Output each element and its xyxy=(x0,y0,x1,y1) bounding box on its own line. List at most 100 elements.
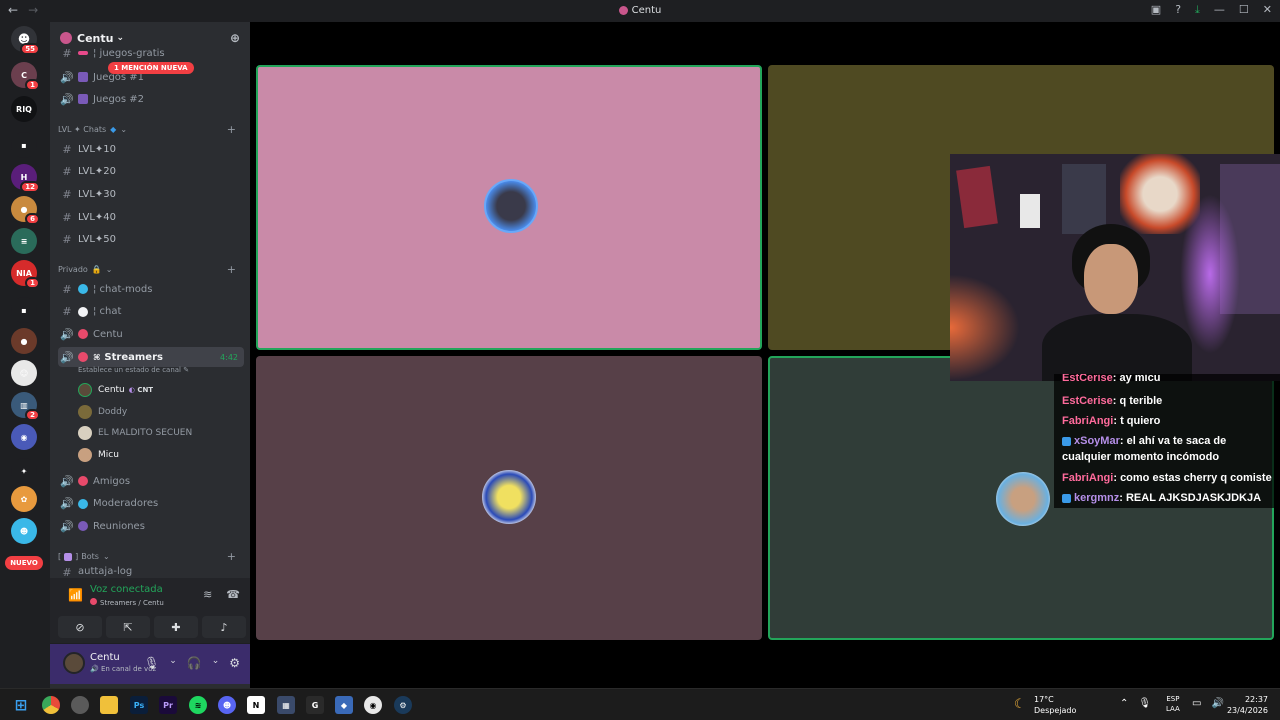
download-icon[interactable]: ⤓ xyxy=(1195,3,1200,17)
voice-user[interactable]: Doddy xyxy=(78,403,127,421)
direct-messages-button[interactable]: ☻ 55 xyxy=(11,26,40,55)
chrome-icon[interactable] xyxy=(42,696,60,714)
channel-lvl[interactable]: # LVL✦50 xyxy=(58,230,244,250)
maximize-icon[interactable]: ☐ xyxy=(1239,3,1249,17)
purple-light xyxy=(1180,194,1240,354)
chevron-up-icon[interactable]: ⌃ xyxy=(1120,698,1128,709)
voice-user[interactable]: Centu ◐ CNT xyxy=(78,381,153,399)
voice-channel-streamers[interactable]: 🔊 ⌘ Streamers 4:42 xyxy=(58,347,244,367)
avatar[interactable] xyxy=(63,652,85,674)
participant-tile-doddy[interactable] xyxy=(256,356,762,640)
speaker-icon: 🔊 xyxy=(60,519,74,533)
close-icon[interactable]: ✕ xyxy=(1263,3,1272,17)
weather-widget[interactable]: 17°C Despejado xyxy=(1034,694,1076,716)
voice-channel[interactable]: 🔊 Moderadores xyxy=(58,494,244,514)
invite-people-icon[interactable]: ⊕ xyxy=(230,31,240,45)
new-mention-pill[interactable]: 1 MENCIÓN NUEVA xyxy=(108,62,194,74)
channel-private[interactable]: 🔊 Centu xyxy=(58,324,244,344)
stream-chat-overlay: EstCerise: ay micu EstCerise: q terible Fa… xyxy=(1054,374,1280,508)
steam-icon[interactable]: ⚙ xyxy=(394,696,412,714)
category-lvl-chats[interactable]: LVL ✦ Chats ◆ ⌄ + xyxy=(58,123,244,136)
channel-auttaja-log[interactable]: # auttaja-log xyxy=(58,566,244,578)
server-icon[interactable]: ● xyxy=(11,328,37,354)
channel-juegos-gratis[interactable]: # ¦ juegos-gratis xyxy=(58,46,244,60)
server-icon[interactable]: ✦ xyxy=(11,458,37,484)
speaker-icon: 🔊 xyxy=(90,665,99,673)
voice-connected-label[interactable]: Voz conectada xyxy=(90,584,163,595)
channel-private[interactable]: # ¦ chat xyxy=(58,302,244,322)
discord-icon[interactable]: ☻ xyxy=(218,696,236,714)
category-bots[interactable]: [ ] Bots ⌄ + xyxy=(58,550,244,563)
server-icon[interactable]: ▪ xyxy=(11,132,37,158)
logitech-icon[interactable]: G xyxy=(306,696,324,714)
inbox-icon[interactable]: ▣ xyxy=(1151,3,1161,17)
server-icon[interactable]: ☻ xyxy=(11,518,37,544)
user-name[interactable]: Centu xyxy=(90,652,120,663)
voice-location[interactable]: Streamers / Centu xyxy=(90,598,164,607)
notion-icon[interactable]: N xyxy=(247,696,265,714)
server-icon[interactable]: ▪ xyxy=(11,297,37,323)
server-icon[interactable]: RIQ xyxy=(11,96,37,122)
camera-off-button[interactable]: ⊘ xyxy=(58,616,102,638)
volume-icon[interactable]: 🔊 xyxy=(1211,698,1223,709)
server-icon[interactable]: ◉ xyxy=(11,424,37,450)
server-icon[interactable]: ≡ xyxy=(11,228,37,254)
server-icon[interactable]: H 12 xyxy=(11,164,40,193)
signal-icon[interactable]: 📶 xyxy=(68,588,83,602)
channel-private[interactable]: # ¦ chat-mods xyxy=(58,279,244,299)
server-icon[interactable]: NIA 1 xyxy=(11,260,40,289)
microphone-icon[interactable]: 🎙 xyxy=(144,656,159,670)
microphone-icon[interactable]: 🎙 xyxy=(1138,698,1151,709)
minimize-icon[interactable]: — xyxy=(1214,3,1225,17)
add-channel-icon[interactable]: + xyxy=(227,123,236,136)
server-icon[interactable]: ✿ xyxy=(11,486,37,512)
soundboard-button[interactable]: ♪ xyxy=(202,616,246,638)
obs-icon[interactable]: ◉ xyxy=(364,696,382,714)
taskbar: ⊞ Ps Pr ≋ ☻ N ▦ G ◆ ◉ ⚙ ☾ 17°C Despejado… xyxy=(0,688,1280,720)
spotify-icon[interactable]: ≋ xyxy=(189,696,207,714)
server-icon[interactable]: ▥ 2 xyxy=(11,392,40,421)
system-tray: ⌃ 🎙 xyxy=(1120,698,1151,709)
voice-channel[interactable]: 🔊 Reuniones xyxy=(58,516,244,536)
chevron-down-icon[interactable]: ⌄ xyxy=(212,656,220,670)
headphones-icon[interactable]: 🎧 xyxy=(187,656,202,670)
chrome-alt-icon[interactable] xyxy=(71,696,89,714)
activities-button[interactable]: ✚ xyxy=(154,616,198,638)
start-button[interactable]: ⊞ xyxy=(12,696,30,714)
app-icon[interactable]: ◆ xyxy=(335,696,353,714)
help-icon[interactable]: ? xyxy=(1175,3,1181,17)
channel-lvl[interactable]: # LVL✦20 xyxy=(58,162,244,182)
gear-icon[interactable]: ⚙ xyxy=(229,656,240,670)
photoshop-icon[interactable]: Ps xyxy=(130,696,148,714)
noise-suppression-icon[interactable]: ≋ xyxy=(203,588,212,601)
server-icon[interactable]: ● 6 xyxy=(11,196,40,225)
display-icon[interactable]: ▭ xyxy=(1192,698,1201,709)
voice-user[interactable]: Micu xyxy=(78,446,119,464)
hash-icon: # xyxy=(62,566,72,578)
new-badge[interactable]: NUEVO xyxy=(5,556,43,570)
server-icon[interactable]: ☺ xyxy=(11,360,37,386)
clock[interactable]: 22:37 23/4/2026 xyxy=(1227,694,1268,716)
voice-channel[interactable]: 🔊 Amigos xyxy=(58,471,244,491)
file-explorer-icon[interactable] xyxy=(100,696,118,714)
calculator-icon[interactable]: ▦ xyxy=(277,696,295,714)
disconnect-icon[interactable]: ☎ xyxy=(226,588,240,601)
channel-lvl[interactable]: # LVL✦30 xyxy=(58,184,244,204)
screen-share-button[interactable]: ⇱ xyxy=(106,616,150,638)
category-privado[interactable]: Privado 🔒 ⌄ + xyxy=(58,263,244,276)
channel-lvl[interactable]: # LVL✦40 xyxy=(58,207,244,227)
participant-tile-centu[interactable] xyxy=(256,65,762,350)
add-channel-icon[interactable]: + xyxy=(227,550,236,563)
channel-status-hint[interactable]: Establece un estado de canal ✎ xyxy=(78,366,189,374)
dm-badge: 55 xyxy=(20,43,40,55)
language-indicator[interactable]: ESP LAA xyxy=(1166,694,1180,714)
server-icon[interactable]: C1 xyxy=(11,62,40,91)
premiere-icon[interactable]: Pr xyxy=(159,696,177,714)
chevron-down-icon: ⌄ xyxy=(120,125,128,134)
voice-user[interactable]: EL MALDITO SECUEN xyxy=(78,424,192,442)
voice-connected-panel: 📶 Voz conectada Streamers / Centu ≋ ☎ ⊘ … xyxy=(50,578,250,644)
voice-channel-juegos-2[interactable]: 🔊 Juegos #2 xyxy=(58,89,244,109)
chevron-down-icon[interactable]: ⌄ xyxy=(169,656,177,670)
add-channel-icon[interactable]: + xyxy=(227,263,236,276)
channel-lvl[interactable]: # LVL✦10 xyxy=(58,139,244,159)
